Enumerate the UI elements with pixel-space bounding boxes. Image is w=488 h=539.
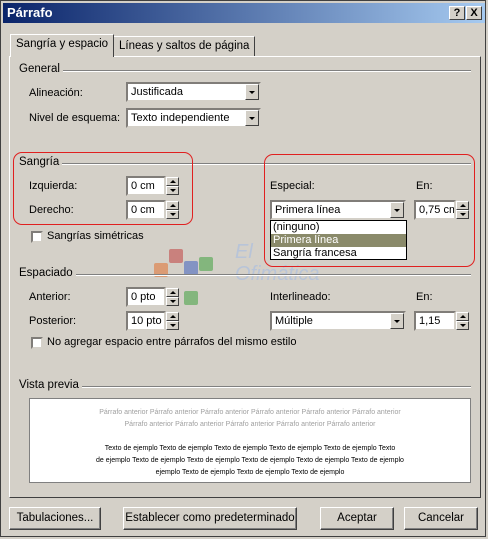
section-general: General (19, 63, 471, 75)
section-title: Vista previa (19, 379, 82, 391)
preview-sample-line: ejemplo Texto de ejemplo Texto de ejempl… (155, 469, 345, 476)
window-title: Párrafo (7, 5, 53, 20)
preview-prev-line: Párrafo anterior Párrafo anterior Párraf… (99, 409, 401, 416)
watermark-line1: El (235, 241, 253, 263)
spin-down-icon[interactable] (456, 321, 469, 330)
posterior-spinner[interactable] (166, 312, 179, 330)
interlineado-select[interactable]: Múltiple (270, 311, 406, 331)
no-agregar-checkbox[interactable] (31, 337, 43, 349)
chevron-down-icon[interactable] (390, 313, 404, 329)
spin-down-icon[interactable] (166, 321, 179, 330)
paragraph-dialog: Párrafo ? X Sangría y espacio Líneas y s… (0, 0, 486, 537)
chevron-down-icon[interactable] (245, 110, 259, 126)
posterior-label: Posterior: (29, 315, 77, 327)
spin-up-icon[interactable] (456, 312, 469, 321)
tab-sangria-espacio[interactable]: Sangría y espacio (10, 34, 115, 57)
spin-up-icon[interactable] (166, 288, 179, 297)
section-espaciado: Espaciado (19, 267, 471, 279)
section-title: General (19, 63, 63, 75)
espaciado-en-label: En: (416, 291, 433, 303)
nivel-label: Nivel de esquema: (29, 112, 121, 124)
preview-sample-line: de ejemplo Texto de ejemplo Texto de eje… (96, 457, 404, 464)
alineacion-label: Alineación: (29, 87, 83, 99)
annotation-outline (13, 152, 193, 225)
section-vista-previa: Vista previa (19, 379, 471, 391)
office-logo-icon (184, 291, 198, 305)
alineacion-value: Justificada (131, 86, 183, 98)
office-logo-icon (169, 249, 183, 263)
posterior-input[interactable]: 10 pto (126, 311, 166, 331)
simetricas-checkbox[interactable] (31, 231, 43, 243)
predeterminado-button[interactable]: Establecer como predeterminado (123, 507, 297, 530)
preview-prev-line: Párrafo anterior Párrafo anterior Párraf… (124, 421, 376, 428)
anterior-label: Anterior: (29, 291, 71, 303)
aceptar-button[interactable]: Aceptar (320, 507, 394, 530)
help-button[interactable]: ? (449, 6, 465, 20)
posterior-value: 10 pto (131, 315, 162, 327)
espaciado-en-value: 1,15 (419, 315, 441, 327)
interlineado-value: Múltiple (275, 315, 313, 327)
section-title: Espaciado (19, 267, 76, 279)
alineacion-select[interactable]: Justificada (126, 82, 261, 102)
tab-lineas-saltos[interactable]: Líneas y saltos de página (113, 36, 256, 56)
espaciado-en-input[interactable]: 1,15 (414, 311, 456, 331)
cancelar-button[interactable]: Cancelar (404, 507, 478, 530)
simetricas-label: Sangrías simétricas (47, 230, 144, 242)
no-agregar-label: No agregar espacio entre párrafos del mi… (47, 336, 297, 348)
preview-pane: Párrafo anterior Párrafo anterior Párraf… (29, 398, 471, 483)
spin-up-icon[interactable] (166, 312, 179, 321)
spin-down-icon[interactable] (166, 297, 179, 306)
espaciado-en-spinner[interactable] (456, 312, 469, 330)
annotation-outline (264, 154, 475, 267)
interlineado-label: Interlineado: (270, 291, 331, 303)
nivel-value: Texto independiente (131, 112, 230, 124)
preview-sample-line: Texto de ejemplo Texto de ejemplo Texto … (104, 445, 396, 452)
nivel-select[interactable]: Texto independiente (126, 108, 261, 128)
anterior-value: 0 pto (131, 291, 156, 303)
anterior-spinner[interactable] (166, 288, 179, 306)
tab-label: Sangría y espacio (16, 38, 109, 50)
tabulaciones-button[interactable]: Tabulaciones... (9, 507, 101, 530)
anterior-input[interactable]: 0 pto (126, 287, 166, 307)
close-button[interactable]: X (466, 6, 482, 20)
title-bar[interactable]: Párrafo ? X (3, 3, 485, 23)
tab-label: Líneas y saltos de página (119, 40, 250, 52)
chevron-down-icon[interactable] (245, 84, 259, 100)
